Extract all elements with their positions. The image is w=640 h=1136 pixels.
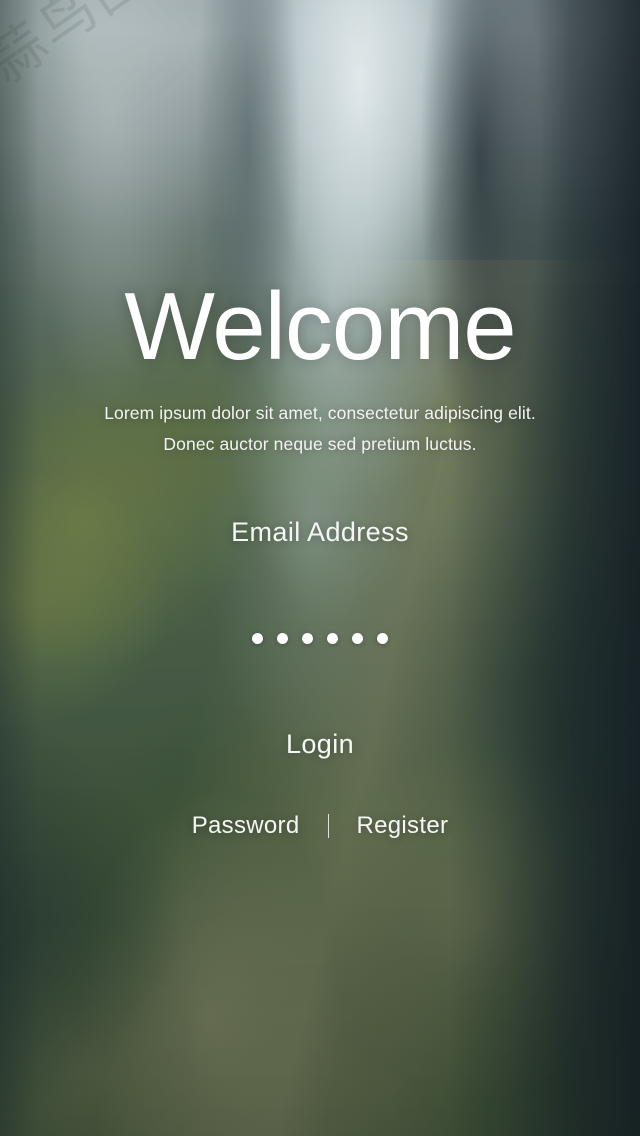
page-title: Welcome (124, 273, 516, 380)
password-mask-dot (327, 632, 338, 644)
login-button[interactable]: Login (0, 724, 640, 764)
page-subtitle: Lorem ipsum dolor sit amet, consectetur … (0, 398, 640, 460)
password-mask-dot (352, 632, 363, 644)
email-field-placeholder: Email Address (231, 516, 409, 547)
footer-links: Password Register (0, 808, 640, 844)
password-mask-dot (377, 632, 388, 644)
password-mask-dot (252, 632, 263, 644)
password-mask-dot (277, 632, 288, 644)
link-separator (327, 814, 329, 838)
login-button-label: Login (285, 728, 355, 759)
subtitle-line-1: Lorem ipsum dolor sit amet, consectetur … (104, 403, 536, 423)
register-link[interactable]: Register (357, 812, 449, 840)
email-field[interactable]: Email Address (0, 512, 640, 552)
login-content: Welcome Lorem ipsum dolor sit amet, cons… (0, 0, 640, 1136)
forgot-password-link[interactable]: Password (192, 812, 300, 840)
welcome-login-screen: 蒜鸟图库 蒜鸟图库 蒜鸟图库 蒜鸟图库 蒜鸟图库 蒜鸟图库 蒜鸟图库 蒜鸟图库 … (0, 0, 640, 1136)
subtitle-line-2: Donec auctor neque sed pretium luctus. (163, 434, 477, 454)
password-field[interactable] (0, 620, 640, 656)
password-mask-dot (302, 632, 313, 644)
